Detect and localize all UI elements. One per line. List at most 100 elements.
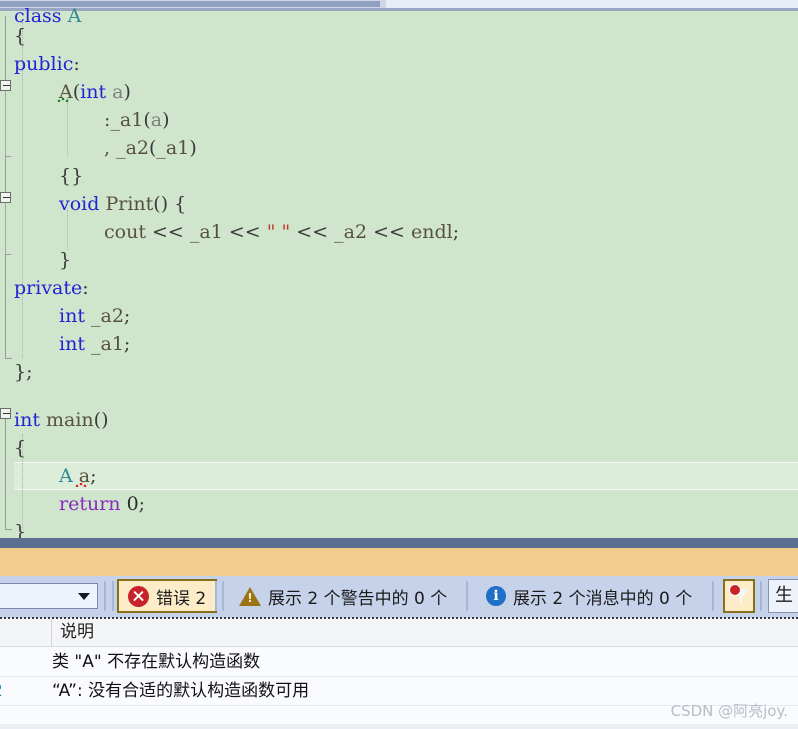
code-token: { (14, 25, 27, 47)
code-line[interactable]: return 0; (59, 490, 145, 518)
errors-filter-button[interactable]: 错误 2 (117, 579, 218, 613)
code-token: << (145, 221, 190, 243)
chevron-down-icon (78, 593, 90, 600)
filter-funnel-button[interactable] (723, 579, 755, 613)
code-token: ; (138, 493, 146, 515)
code-token: _a2 (334, 221, 368, 243)
code-token: return (59, 493, 121, 515)
messages-filter-button[interactable]: i 展示 2 个消息中的 0 个 (477, 579, 701, 613)
code-line[interactable]: int main() (14, 406, 109, 434)
code-token: () { (153, 193, 187, 215)
code-token: endl (411, 221, 453, 243)
code-token: () (93, 409, 109, 431)
toolbar-separator-1 (104, 581, 106, 611)
code-token: << (222, 221, 267, 243)
code-token: void (59, 193, 100, 215)
toolbar-separator-7 (760, 581, 762, 611)
error-row-code (0, 648, 28, 676)
code-token: _a1 (189, 221, 223, 243)
code-token: cout (104, 221, 146, 243)
code-line[interactable]: , _a2(_a1) (104, 134, 197, 162)
code-token: }; (14, 361, 33, 383)
code-line[interactable]: int _a2; (59, 302, 130, 330)
code-token: ; (90, 465, 97, 487)
code-text[interactable]: class A{public: A(int a):_a1(a), _a2(_a1)… (0, 8, 798, 538)
error-row-code: 2 (0, 677, 28, 705)
code-token: a (150, 109, 163, 131)
code-token: int (59, 333, 85, 355)
toolbar-separator-3 (215, 581, 217, 611)
error-row-description: 类 "A" 不存在默认构造函数 (52, 652, 261, 672)
warnings-filter-label: 展示 2 个警告中的 0 个 (268, 588, 448, 609)
toolbar-separator-5 (466, 581, 468, 611)
editor-horizontal-scrollbar[interactable] (0, 0, 798, 8)
code-line[interactable]: { (14, 22, 26, 50)
code-line[interactable]: int _a1; (59, 330, 130, 358)
filter-active-badge-icon (729, 584, 741, 596)
code-line[interactable]: cout << _a1 << " " << _a2 << endl; (104, 218, 459, 246)
code-line[interactable]: private: (14, 274, 89, 302)
squiggle-constructor (57, 98, 70, 102)
code-token: _a2 (91, 305, 124, 327)
code-token: { (14, 437, 27, 459)
error-scope-combobox[interactable] (0, 583, 98, 609)
code-token: 0 (126, 493, 139, 515)
build-scope-button[interactable]: 生 (768, 579, 798, 613)
build-scope-label: 生 (775, 585, 793, 606)
code-token: int (14, 409, 40, 431)
code-line[interactable]: public: (14, 50, 80, 78)
grid-bottom-filler (0, 724, 798, 729)
code-token: main (46, 409, 94, 431)
visual-studio-window: class A{public: A(int a):_a1(a), _a2(_a1)… (0, 0, 798, 729)
code-token: A (59, 465, 73, 487)
warnings-filter-button[interactable]: 展示 2 个警告中的 0 个 (230, 579, 456, 613)
code-line[interactable]: } (59, 246, 71, 274)
code-token: public (14, 53, 74, 75)
code-token: Print (105, 193, 154, 215)
panel-splitter[interactable] (0, 538, 798, 548)
code-line[interactable]: :_a1(a) (104, 106, 170, 134)
code-token: ; (452, 221, 460, 243)
filter-funnel-stem (740, 597, 742, 604)
error-row-description: “A”: 没有合适的默认构造函数可用 (52, 681, 310, 701)
code-token: private (14, 277, 83, 299)
code-token: a (112, 81, 124, 103)
code-token: ; (123, 305, 131, 327)
code-token: ; (123, 333, 131, 355)
code-token: _a1 (156, 137, 190, 159)
code-editor[interactable]: class A{public: A(int a):_a1(a), _a2(_a1)… (0, 8, 798, 538)
code-token: ( (143, 109, 151, 131)
code-token: {} (59, 165, 84, 187)
code-token: : (73, 53, 80, 75)
code-line[interactable]: void Print() { (59, 190, 186, 218)
toolbar-separator-6 (712, 581, 714, 611)
messages-filter-label: 展示 2 个消息中的 0 个 (513, 588, 693, 609)
code-token: : (82, 277, 89, 299)
error-list-title-band (0, 548, 798, 576)
column-header-code[interactable] (0, 619, 52, 646)
code-token: int (80, 81, 107, 103)
table-row[interactable]: 类 "A" 不存在默认构造函数 (0, 648, 798, 676)
scrollbar-track[interactable] (386, 0, 798, 8)
scrollbar-thumb[interactable] (0, 1, 380, 7)
column-header-description[interactable]: 说明 (52, 619, 798, 646)
code-line[interactable]: {} (59, 162, 83, 190)
code-token: ) (189, 137, 197, 159)
code-token: int (59, 305, 85, 327)
code-token: } (59, 249, 72, 271)
code-token: :_a1 (104, 109, 144, 131)
code-line[interactable]: }; (14, 358, 33, 386)
error-list-header-row: 说明 (0, 619, 798, 647)
warning-icon (239, 586, 261, 606)
code-line[interactable]: { (14, 434, 26, 462)
code-token: " " (266, 221, 291, 243)
watermark: CSDN @阿亮joy. (670, 702, 788, 720)
code-token: _a1 (91, 333, 124, 355)
errors-filter-label: 错误 2 (156, 588, 207, 609)
code-token: << (290, 221, 335, 243)
code-token: << (367, 221, 412, 243)
code-token: A (67, 8, 82, 27)
error-icon (128, 585, 149, 607)
code-token: ) (162, 109, 170, 131)
code-line[interactable]: } (14, 518, 26, 538)
